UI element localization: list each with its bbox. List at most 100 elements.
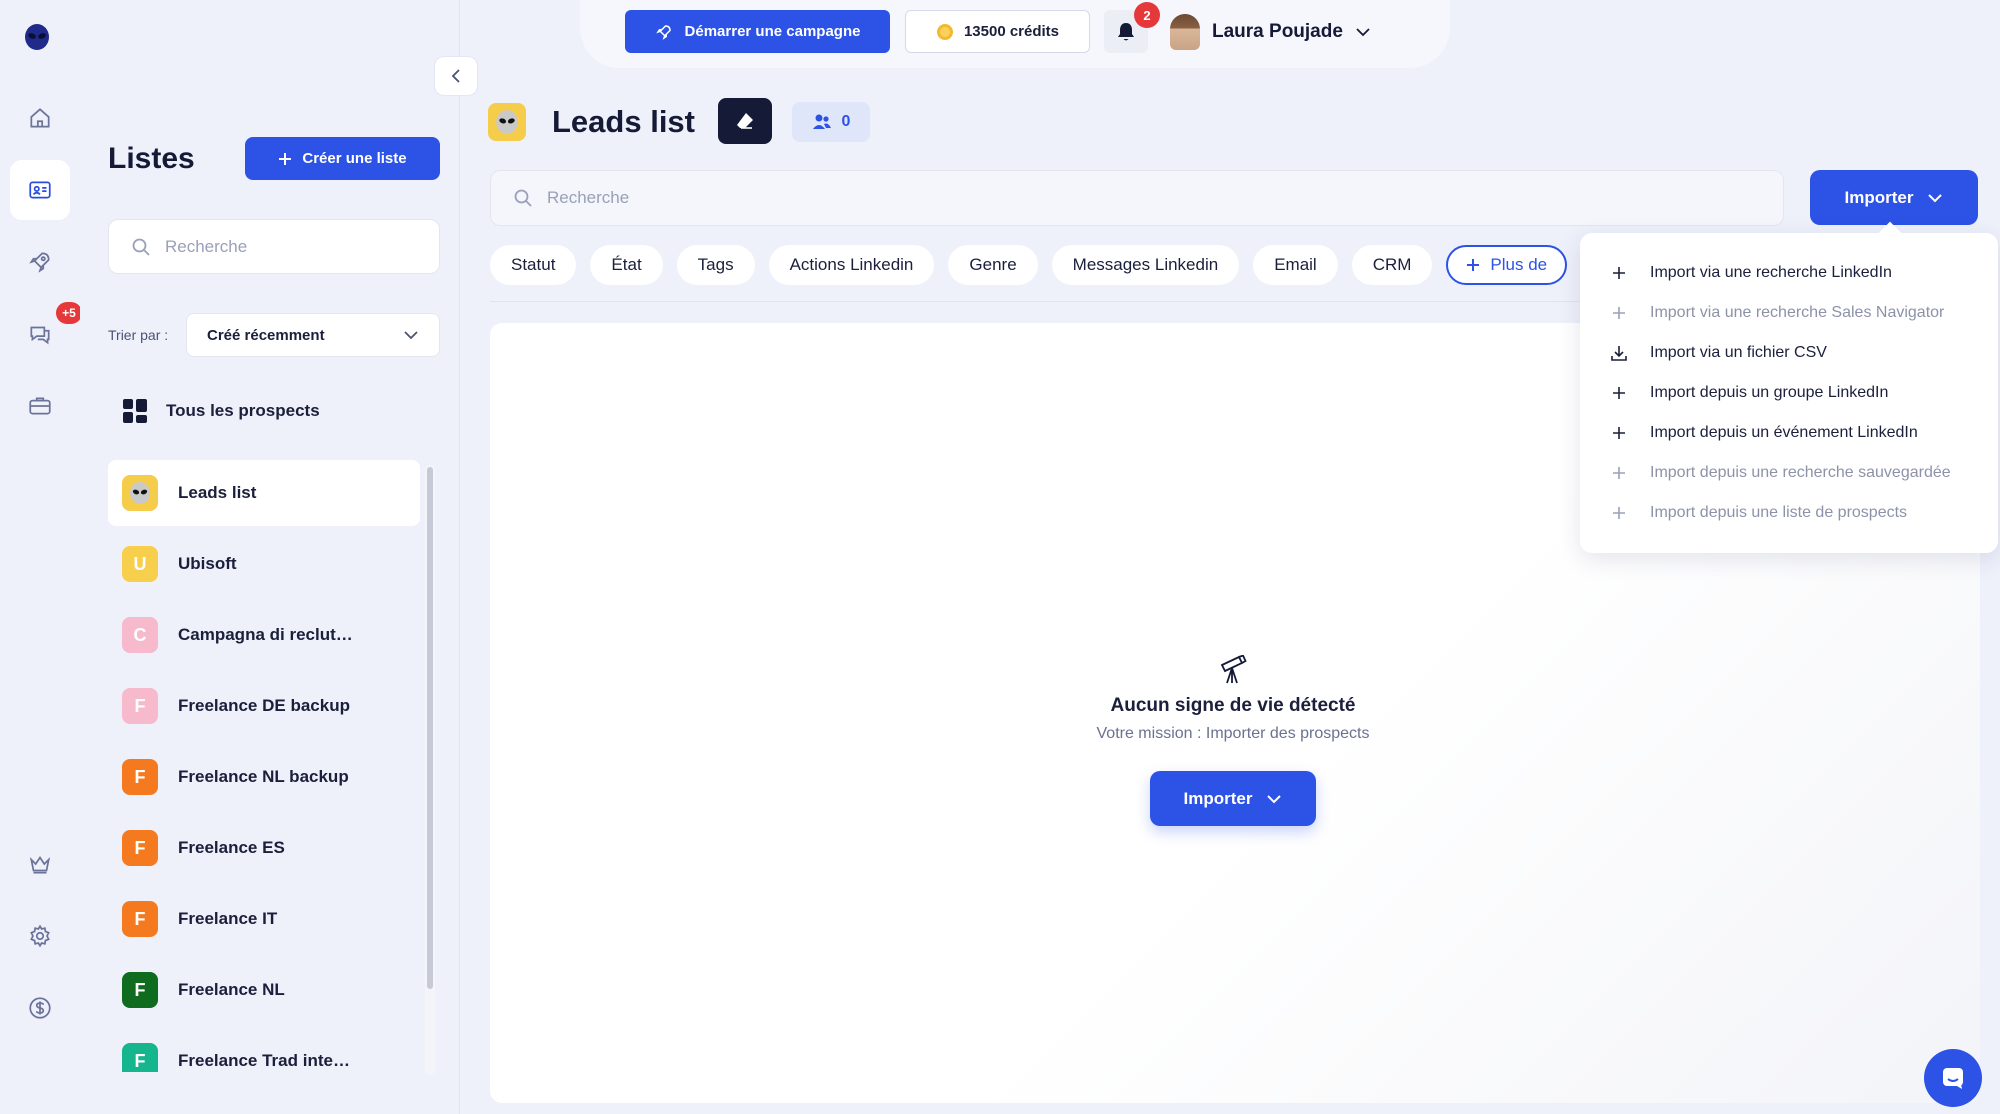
list-item-label: Freelance Trad inte… [178, 1051, 350, 1070]
plus-icon [1610, 424, 1628, 442]
members-button[interactable]: 0 [792, 102, 870, 142]
list-item-label: Ubisoft [178, 554, 237, 573]
rocket-icon [655, 23, 673, 41]
page-title: Leads list [552, 104, 695, 139]
filter-state[interactable]: État [590, 245, 663, 285]
chevron-left-icon [451, 68, 461, 84]
filter-tags[interactable]: Tags [676, 245, 755, 285]
list-item[interactable]: F Freelance NL backup [108, 744, 420, 810]
filter-crm[interactable]: CRM [1351, 245, 1433, 285]
lists-search [108, 219, 440, 274]
rail-campaigns[interactable] [10, 232, 70, 292]
list-item-label: Freelance NL [178, 980, 285, 999]
rail-premium[interactable] [10, 834, 70, 894]
list-item[interactable]: U Ubisoft [108, 531, 420, 597]
divider [490, 301, 1590, 302]
list-item[interactable]: F Freelance Trad inte… [108, 1028, 420, 1072]
list-avatar: F [122, 972, 158, 1008]
rail-home[interactable] [10, 88, 70, 148]
create-list-button[interactable]: Créer une liste [245, 137, 440, 180]
list-item[interactable]: F Freelance DE backup [108, 673, 420, 739]
import-csv-file[interactable]: Import via un fichier CSV [1580, 333, 1998, 373]
contacts-icon [27, 177, 53, 203]
import-linkedin-search[interactable]: Import via une recherche LinkedIn [1580, 253, 1998, 293]
empty-state-title: Aucun signe de vie détecté [1110, 695, 1356, 716]
list-alien-icon [488, 103, 526, 141]
prospects-search-input[interactable] [547, 188, 1747, 208]
list-avatar: F [122, 759, 158, 795]
lists-search-input[interactable] [165, 236, 415, 257]
credits-button[interactable]: 13500 crédits [905, 10, 1090, 53]
filter-gender[interactable]: Genre [948, 245, 1038, 285]
rail-tools[interactable] [10, 376, 70, 436]
briefcase-icon [27, 393, 53, 419]
list-item-label: Campagna di reclut… [178, 625, 353, 644]
user-menu[interactable]: Laura Poujade [1170, 12, 1371, 52]
menu-item-label: Import via une recherche Sales Navigator [1650, 304, 1945, 321]
messages-badge: +5 [56, 302, 82, 324]
list-avatar: U [122, 546, 158, 582]
menu-item-label: Import depuis un événement LinkedIn [1650, 424, 1918, 441]
empty-state-subtitle: Votre mission : Importer des prospects [1096, 725, 1370, 742]
more-filters-button[interactable]: Plus de [1446, 245, 1568, 285]
crown-icon [27, 851, 53, 877]
menu-item-label: Import via une recherche LinkedIn [1650, 264, 1892, 281]
notifications-badge: 2 [1134, 2, 1160, 28]
all-prospects-item[interactable]: Tous les prospects [108, 392, 408, 430]
download-icon [1610, 344, 1628, 362]
import-button[interactable]: Importer [1810, 170, 1978, 225]
import-label: Importer [1183, 788, 1253, 808]
filter-status[interactable]: Statut [490, 245, 577, 285]
list-avatar: F [122, 830, 158, 866]
clear-list-button[interactable] [718, 98, 772, 144]
panel-title: Listes [108, 142, 195, 175]
menu-item-label: Import depuis une liste de prospects [1650, 504, 1908, 521]
list-item-label: Freelance DE backup [178, 696, 350, 715]
plus-icon [1610, 504, 1628, 522]
import-linkedin-event[interactable]: Import depuis un événement LinkedIn [1580, 413, 1998, 453]
icon-rail: +5 [0, 0, 82, 1114]
import-saved-search[interactable]: Import depuis une recherche sauvegardée [1580, 453, 1998, 493]
import-sales-navigator[interactable]: Import via une recherche Sales Navigator [1580, 293, 1998, 333]
sort-label: Trier par : [108, 327, 169, 343]
import-prospect-list[interactable]: Import depuis une liste de prospects [1580, 493, 1998, 533]
lists-panel: Listes Créer une liste Trier par : Créé … [80, 0, 460, 1114]
list-item[interactable]: C Campagna di reclut… [108, 602, 420, 668]
support-chat-button[interactable] [1924, 1049, 1982, 1107]
list-item-leads-list[interactable]: Leads list [108, 460, 420, 526]
sort-select[interactable]: Créé récemment [186, 313, 440, 357]
filter-linkedin-actions[interactable]: Actions Linkedin [768, 245, 935, 285]
prospects-search [490, 170, 1784, 226]
app-logo-icon[interactable] [22, 22, 52, 52]
telescope-icon [1000, 655, 1466, 685]
list-item[interactable]: F Freelance ES [108, 815, 420, 881]
filter-email[interactable]: Email [1253, 245, 1338, 285]
coins-icon [936, 23, 954, 41]
lists-scrollbar-thumb[interactable] [427, 467, 433, 989]
chevron-down-icon [1927, 193, 1943, 203]
search-icon [513, 188, 533, 208]
lists-scroll-area: Leads list U Ubisoft C Campagna di reclu… [108, 460, 420, 1072]
bell-icon [1117, 22, 1135, 42]
rail-lists[interactable] [10, 160, 70, 220]
plus-icon [1610, 464, 1628, 482]
plus-icon [278, 152, 292, 166]
plus-icon [1610, 304, 1628, 322]
list-avatar: F [122, 1043, 158, 1072]
list-item[interactable]: F Freelance IT [108, 886, 420, 952]
filter-linkedin-messages[interactable]: Messages Linkedin [1051, 245, 1240, 285]
chevron-down-icon [1355, 27, 1371, 37]
rail-billing[interactable] [10, 978, 70, 1038]
filter-bar: Statut État Tags Actions Linkedin Genre … [490, 245, 1568, 285]
list-item[interactable]: F Freelance NL [108, 957, 420, 1023]
collapse-panel-button[interactable] [434, 56, 478, 96]
rail-settings[interactable] [10, 906, 70, 966]
start-campaign-button[interactable]: Démarrer une campagne [625, 10, 890, 53]
search-icon [131, 237, 151, 257]
dollar-icon [27, 995, 53, 1021]
import-linkedin-group[interactable]: Import depuis un groupe LinkedIn [1580, 373, 1998, 413]
list-item-label: Leads list [178, 483, 257, 502]
empty-import-button[interactable]: Importer [1150, 771, 1316, 826]
plus-icon [1610, 384, 1628, 402]
home-icon [27, 105, 53, 131]
